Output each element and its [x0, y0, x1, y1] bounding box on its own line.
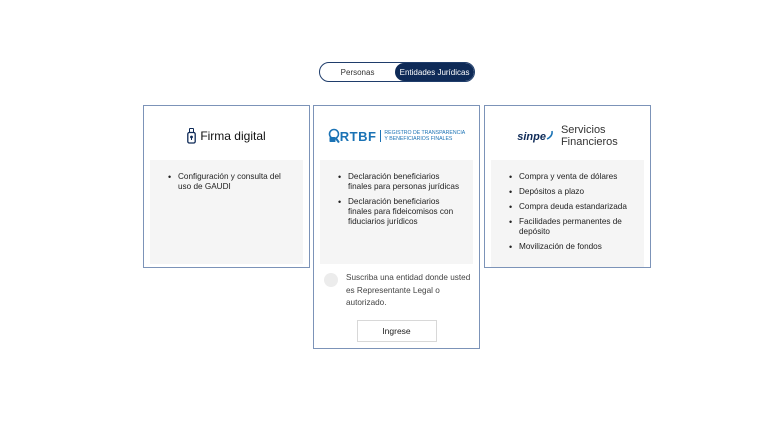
list-item: Declaración beneficiarios finales para p…	[338, 172, 463, 192]
list-item: Compra deuda estandarizada	[509, 202, 634, 212]
rtbf-body: Declaración beneficiarios finales para p…	[320, 160, 473, 264]
firma-digital-title: Firma digital	[200, 129, 266, 143]
entity-type-toggle: Personas Entidades Jurídicas	[319, 62, 475, 82]
sinpe-header: sinpe Servicios Financieros	[491, 112, 644, 160]
rtbf-logo: RTBF REGISTRO DE TRANSPARENCIA Y BENEFIC…	[328, 128, 465, 144]
sinpe-card[interactable]: sinpe Servicios Financieros Compra y ven…	[484, 105, 651, 268]
firma-digital-logo: Firma digital	[187, 128, 266, 144]
usb-key-icon	[187, 128, 197, 144]
magnifier-lock-icon	[328, 128, 340, 144]
tab-entidades-juridicas[interactable]: Entidades Jurídicas	[395, 63, 474, 81]
subscribe-row: Suscriba una entidad donde usted es Repr…	[320, 272, 473, 310]
rtbf-header: RTBF REGISTRO DE TRANSPARENCIA Y BENEFIC…	[320, 112, 473, 160]
swoosh-icon	[546, 130, 553, 140]
firma-digital-card[interactable]: Firma digital Configuración y consulta d…	[143, 105, 310, 268]
firma-digital-body: Configuración y consulta del uso de GAUD…	[150, 160, 303, 264]
tab-personas[interactable]: Personas	[320, 63, 395, 81]
list-item: Compra y venta de dólares	[509, 172, 634, 182]
firma-digital-header: Firma digital	[150, 112, 303, 160]
rtbf-logo-mark: RTBF	[339, 128, 377, 144]
rtbf-logo-subtitle-line-2: Y BENEFICIARIOS FINALES	[384, 136, 453, 142]
rtbf-logo-subtitle: REGISTRO DE TRANSPARENCIA Y BENEFICIARIO…	[380, 130, 465, 142]
sinpe-logo-mark-text: sinpe	[517, 130, 546, 143]
sinpe-body: Compra y venta de dólares Depósitos a pl…	[491, 160, 644, 267]
list-item: Depósitos a plazo	[509, 187, 634, 197]
sinpe-logo-mark: sinpe	[517, 130, 554, 143]
sinpe-logo-text-line-1: Servicios	[560, 124, 606, 136]
sinpe-logo: sinpe Servicios Financieros	[517, 124, 618, 148]
subscribe-text: Suscriba una entidad donde usted es Repr…	[346, 273, 471, 307]
list-item: Declaración beneficiarios finales para f…	[338, 197, 463, 227]
rtbf-card: RTBF REGISTRO DE TRANSPARENCIA Y BENEFIC…	[313, 105, 480, 349]
sinpe-logo-text-line-2: Financieros	[560, 136, 618, 148]
list-item: Facilidades permanentes de depósito	[509, 217, 634, 237]
list-item: Movilización de fondos	[509, 242, 634, 252]
list-item: Configuración y consulta del uso de GAUD…	[168, 172, 293, 192]
ingrese-button[interactable]: Ingrese	[356, 319, 437, 342]
sinpe-logo-text: Servicios Financieros	[561, 124, 618, 148]
subscribe-radio[interactable]	[324, 273, 338, 287]
